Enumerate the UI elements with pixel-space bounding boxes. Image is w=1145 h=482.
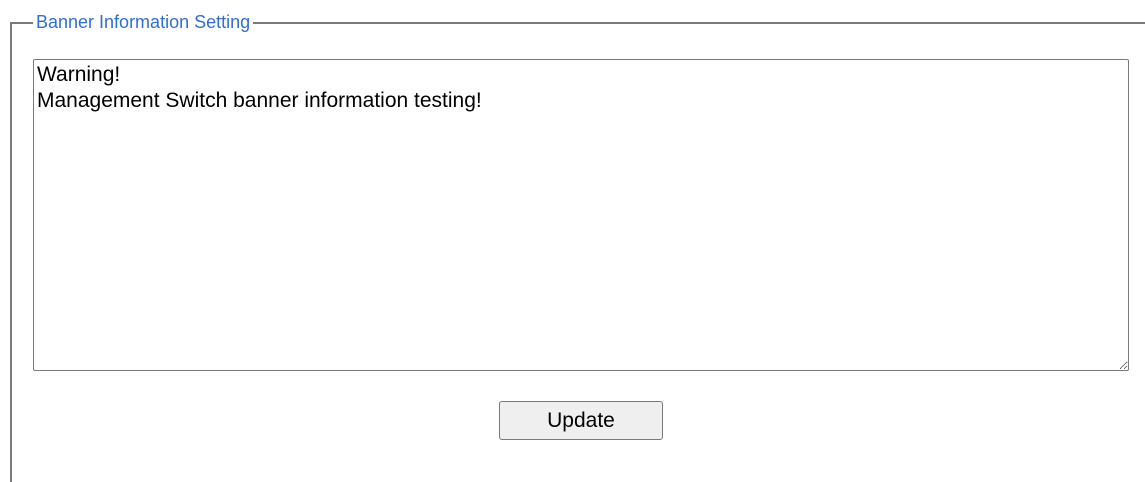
banner-setting-legend: Banner Information Setting xyxy=(33,10,254,34)
banner-information-textarea[interactable]: Warning! Management Switch banner inform… xyxy=(33,59,1129,371)
update-button[interactable]: Update xyxy=(499,401,663,440)
